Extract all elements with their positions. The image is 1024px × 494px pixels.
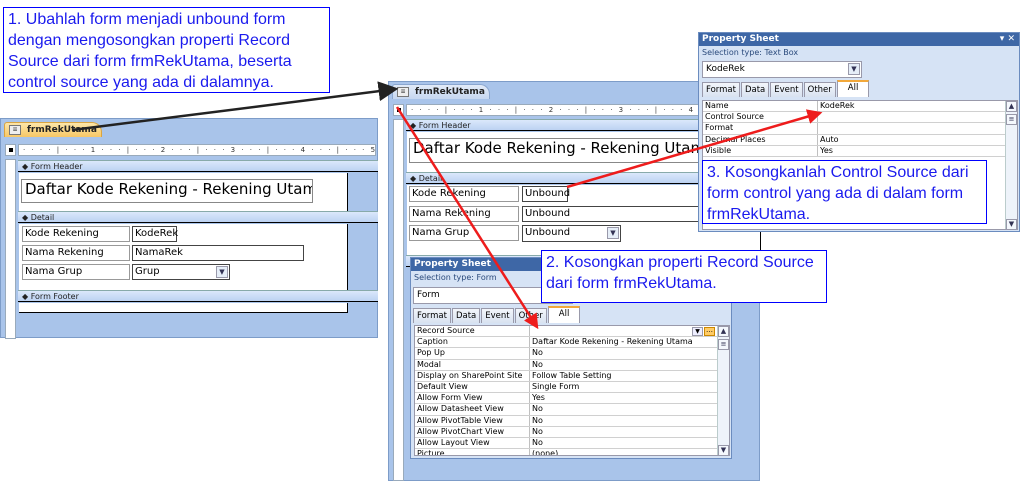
arrow-step3	[566, 109, 823, 189]
arrow-step2	[395, 106, 539, 330]
annotation-arrows	[71, 81, 823, 330]
arrow-step1	[71, 81, 399, 132]
